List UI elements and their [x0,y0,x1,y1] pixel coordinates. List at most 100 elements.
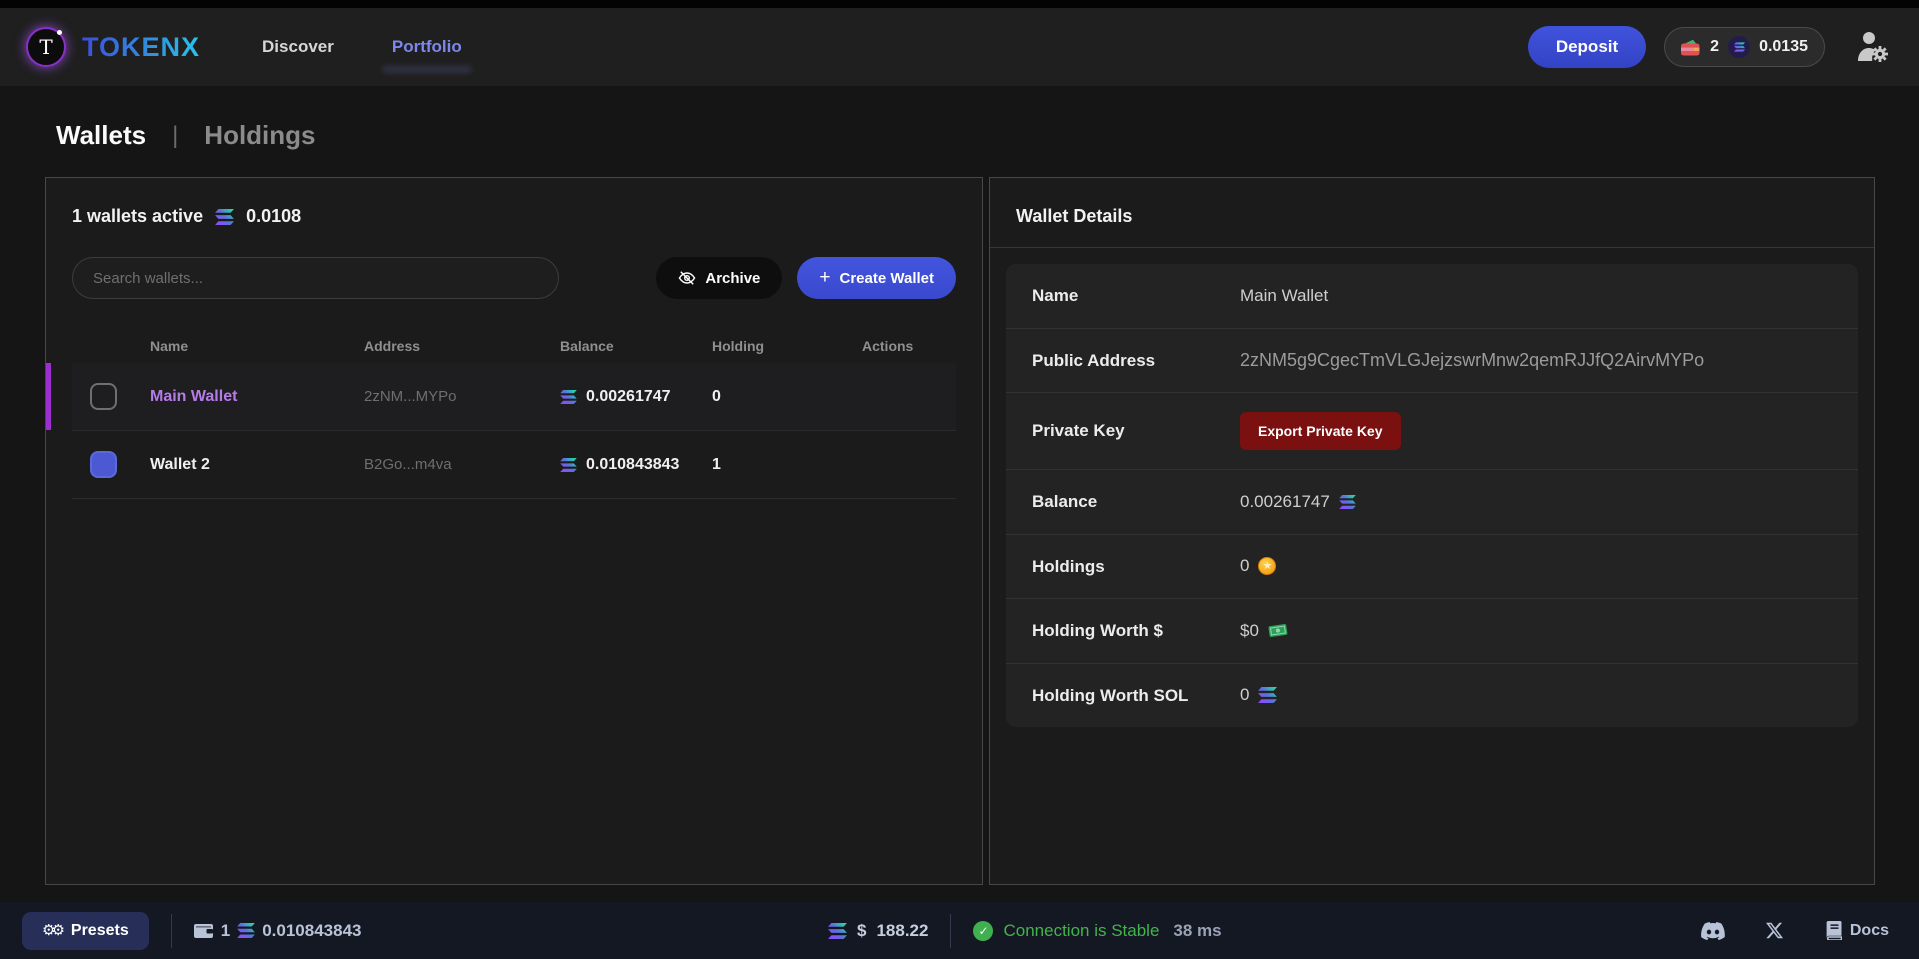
detail-label: Balance [1032,489,1190,515]
wallet-address: B2Go...m4va [364,456,560,473]
main-nav: Discover Portfolio [262,37,462,57]
col-address: Address [364,338,560,354]
toolbar-actions: Archive + Create Wallet [656,257,956,299]
x-twitter-icon[interactable] [1765,921,1784,940]
wallet-holding: 1 [712,456,862,474]
latency-value: 38 ms [1173,921,1221,941]
brand-name: TOKENX [82,32,200,63]
details-title: Wallet Details [990,178,1874,248]
gears-icon: ⚙⚙ [42,923,61,938]
coin-star-glyph: ★ [1263,561,1273,572]
sol-price: $ 188.22 [828,921,928,941]
wallets-toolbar: Archive + Create Wallet [72,257,956,299]
app-logo[interactable]: T [26,27,66,67]
detail-value-holdings: 0 [1240,556,1249,576]
navbar: T TOKENX Discover Portfolio Deposit 2 0.… [0,8,1919,86]
wallets-table: Name Address Balance Holding Actions Mai… [72,329,956,499]
statusbar-wallet-sol: 0.010843843 [262,921,361,941]
wallet-count: 2 [1710,38,1719,56]
statusbar-wallet-count: 1 [221,921,230,941]
wallet-balance: 0.010843843 [586,456,679,474]
plus-icon: + [819,267,830,289]
wallet-address: 2zNM...MYPo [364,388,560,405]
detail-row-public-address: Public Address 2zNM5g9CgecTmVLGJejzswrMn… [1006,329,1858,394]
main-content: 1 wallets active 0.0108 Archive [45,177,1875,885]
detail-label: Holding Worth $ [1032,618,1190,644]
wallet-checkbox[interactable] [90,383,117,410]
check-circle-icon: ✓ [973,921,993,941]
presets-button[interactable]: ⚙⚙ Presets [22,912,149,950]
deposit-button[interactable]: Deposit [1528,26,1646,68]
table-row[interactable]: Wallet 2 B2Go...m4va 0.010843843 1 [72,431,956,499]
discord-icon[interactable] [1701,922,1725,940]
sol-icon [215,209,234,225]
account-settings-icon[interactable] [1853,29,1893,65]
create-wallet-button[interactable]: + Create Wallet [797,257,956,299]
nav-discover[interactable]: Discover [262,37,334,57]
book-icon [1824,921,1842,940]
archive-button[interactable]: Archive [656,257,782,299]
connection-status: ✓ Connection is Stable 38 ms [973,921,1221,941]
tab-holdings[interactable]: Holdings [204,120,315,151]
chip-sol-balance: 0.0135 [1759,38,1808,56]
col-actions: Actions [862,338,956,354]
wallet-balance-chip[interactable]: 2 0.0135 [1664,27,1825,67]
tab-separator: | [172,122,178,150]
wallet-checkbox[interactable] [90,451,117,478]
col-holding: Holding [712,338,862,354]
price-value: 188.22 [876,921,928,941]
nav-portfolio[interactable]: Portfolio [392,37,462,57]
detail-label: Holding Worth SOL [1032,683,1190,709]
wallet-icon [194,923,214,939]
detail-value-balance: 0.00261747 [1240,492,1330,512]
status-bar: ⚙⚙ Presets 1 0.010843843 $ 188.22 ✓ Conn… [0,902,1919,959]
presets-label: Presets [71,922,129,940]
wallets-panel: 1 wallets active 0.0108 Archive [45,177,983,885]
detail-value-public-address[interactable]: 2zNM5g9CgecTmVLGJejzswrMnw2qemRJJfQ2Airv… [1240,350,1704,371]
sol-icon [828,923,847,939]
detail-label: Holdings [1032,554,1190,580]
detail-row-balance: Balance 0.00261747 [1006,470,1858,535]
search-input[interactable] [72,257,559,299]
detail-row-name: Name Main Wallet [1006,264,1858,329]
logo-letter: T [39,35,52,59]
detail-row-private-key: Private Key Export Private Key [1006,393,1858,470]
detail-label: Name [1032,283,1190,309]
statusbar-wallet-summary: 1 0.010843843 [194,921,362,941]
window-top-strip [0,0,1919,8]
connection-status-text: Connection is Stable [1003,921,1159,941]
wallet-name[interactable]: Main Wallet [150,388,364,406]
statusbar-center: $ 188.22 ✓ Connection is Stable 38 ms [828,914,1222,948]
sol-icon [560,390,577,404]
statusbar-links: Docs [1701,921,1897,940]
detail-label: Public Address [1032,348,1190,374]
sol-icon [237,923,255,938]
docs-label: Docs [1850,922,1889,940]
detail-value-name: Main Wallet [1240,286,1328,306]
coin-icon: ★ [1258,557,1276,575]
detail-value-worth-sol: 0 [1240,685,1249,705]
price-currency: $ [857,921,866,941]
archive-label: Archive [705,270,760,287]
col-balance: Balance [560,338,712,354]
detail-row-worth-sol: Holding Worth SOL 0 [1006,664,1858,728]
wallets-summary: 1 wallets active 0.0108 [72,206,956,227]
docs-link[interactable]: Docs [1824,921,1889,940]
wallet-details-panel: Wallet Details Name Main Wallet Public A… [989,177,1875,885]
table-header: Name Address Balance Holding Actions [72,329,956,363]
portfolio-tabs: Wallets | Holdings [0,86,1919,151]
navbar-right: Deposit 2 0.0135 [1528,26,1893,68]
col-name: Name [150,338,364,354]
table-row[interactable]: Main Wallet 2zNM...MYPo 0.00261747 0 [72,363,956,431]
active-sol-total: 0.0108 [246,206,301,227]
divider [950,914,951,948]
tab-wallets[interactable]: Wallets [56,120,146,151]
wallet-emoji-icon [1681,39,1701,56]
detail-row-worth-usd: Holding Worth $ $0 [1006,599,1858,664]
wallet-name[interactable]: Wallet 2 [150,456,364,474]
eye-off-icon [678,270,696,286]
export-private-key-button[interactable]: Export Private Key [1240,412,1401,450]
divider [171,914,172,948]
sol-icon [560,458,577,472]
wallet-holding: 0 [712,388,862,406]
